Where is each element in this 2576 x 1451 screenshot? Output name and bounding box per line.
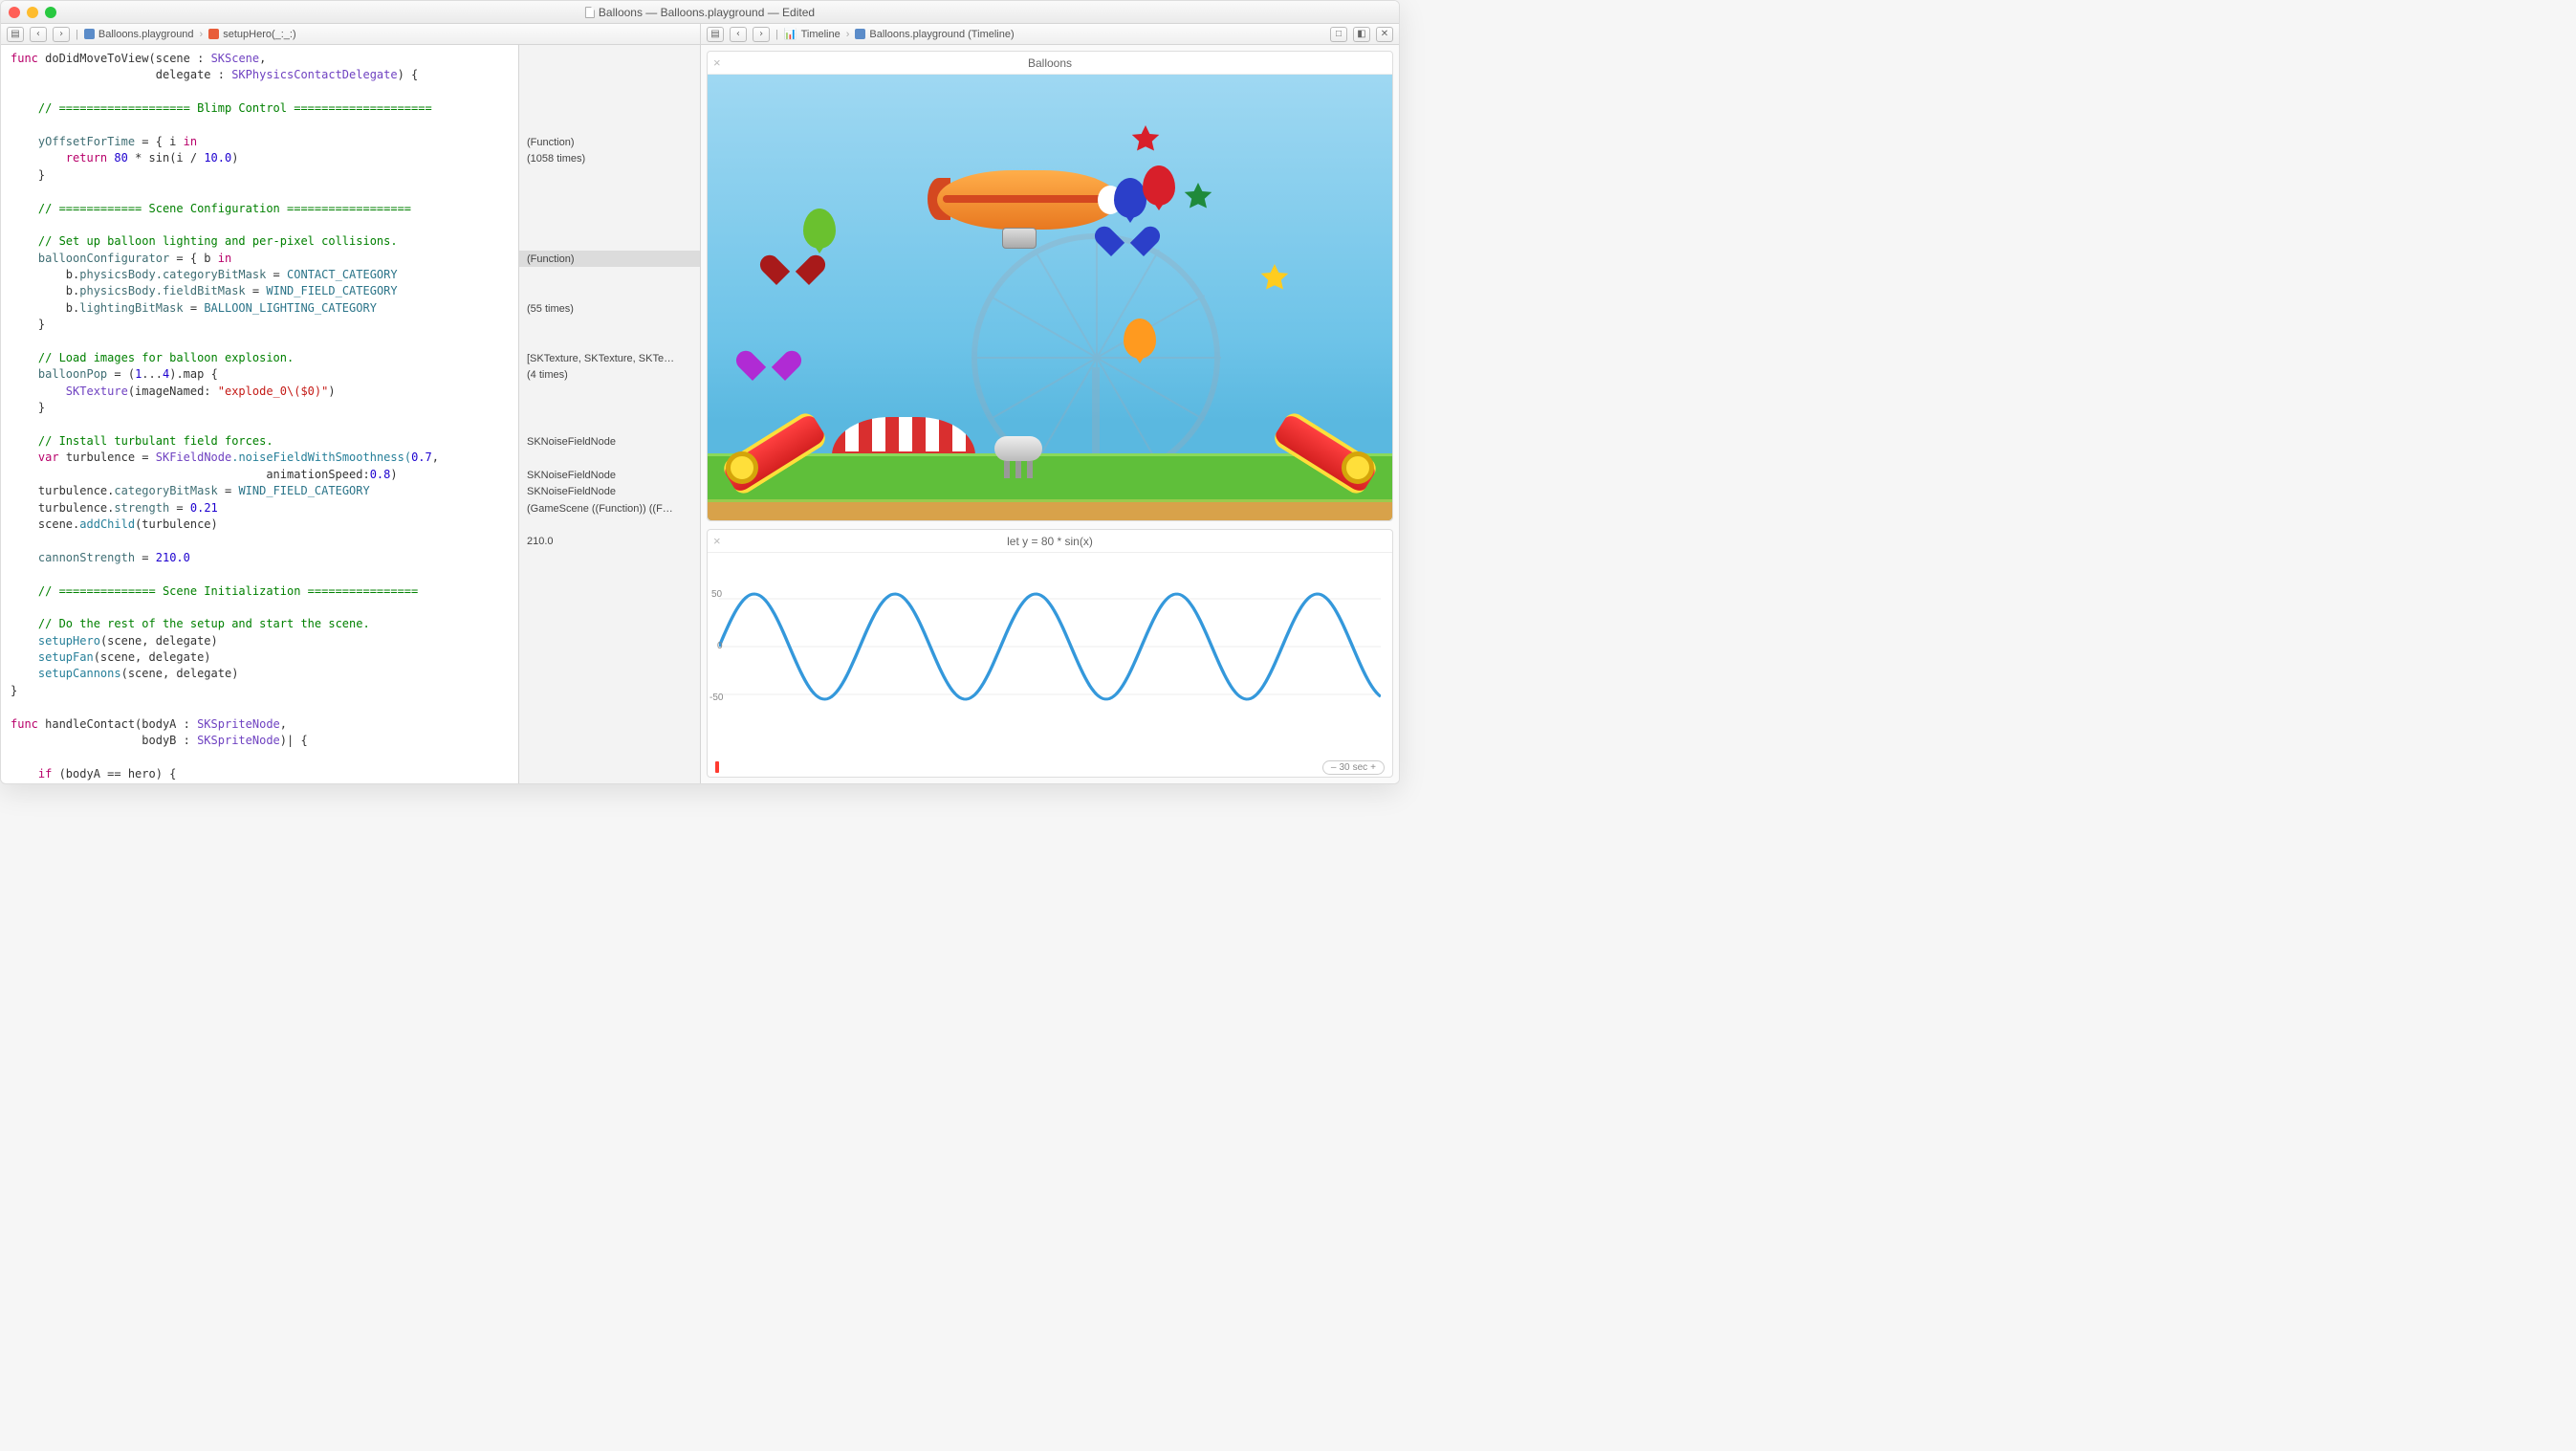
result-row[interactable]: (55 times) xyxy=(519,300,700,317)
jumpbar: ▤ ‹ › | Balloons.playground › setupHero(… xyxy=(1,24,1399,45)
crumb-playground[interactable]: Balloons.playground xyxy=(84,29,194,40)
document-icon xyxy=(585,7,595,18)
star-red-icon xyxy=(1128,122,1163,157)
playground-icon xyxy=(84,29,95,39)
duration-value: 30 xyxy=(1339,762,1349,773)
xcode-window: Balloons — Balloons.playground — Edited … xyxy=(0,0,1400,784)
result-row[interactable]: SKNoiseFieldNode xyxy=(519,433,700,450)
crumb-timeline[interactable]: 📊 Timeline xyxy=(784,28,840,40)
code-editor[interactable]: func doDidMoveToView(scene : SKScene, de… xyxy=(1,45,518,783)
cannon-right-icon xyxy=(1263,415,1378,482)
assistant-back-button[interactable]: ‹ xyxy=(730,27,747,42)
zoom-icon[interactable] xyxy=(45,7,56,18)
close-icon[interactable]: × xyxy=(713,534,721,548)
traffic-lights xyxy=(9,7,56,18)
result-row[interactable]: [SKTexture, SKTexture, SKTe… xyxy=(519,350,700,366)
jumpbar-left: ▤ ‹ › | Balloons.playground › setupHero(… xyxy=(1,24,701,44)
result-row[interactable]: 210.0 xyxy=(519,533,700,549)
y-tick-50: 50 xyxy=(711,589,722,600)
forward-button[interactable]: › xyxy=(53,27,70,42)
duration-unit: sec xyxy=(1353,762,1368,773)
heart-blue-icon: .heart[style*='160px']::before,.heart[st… xyxy=(1109,228,1146,260)
heart-red-icon: .heart[style*='190px']::before,.heart[st… xyxy=(775,256,811,289)
y-tick-neg50: -50 xyxy=(709,693,723,703)
close-assistant-button[interactable]: ✕ xyxy=(1376,27,1393,42)
result-row[interactable]: (4 times) xyxy=(519,366,700,383)
crumb-function-label: setupHero(_:_:) xyxy=(223,29,295,40)
balloon-red-icon xyxy=(1143,165,1175,206)
result-row[interactable]: SKNoiseFieldNode xyxy=(519,483,700,499)
balloon-green-icon xyxy=(803,209,836,249)
add-assistant-button[interactable]: ◧ xyxy=(1353,27,1370,42)
timeline-footer: – 30 sec + xyxy=(708,758,1392,777)
counterpart-button[interactable]: □ xyxy=(1330,27,1347,42)
assistant-panel: × Balloons xyxy=(701,45,1399,783)
main-split: func doDidMoveToView(scene : SKScene, de… xyxy=(1,45,1399,783)
live-view-header: × Balloons xyxy=(708,52,1392,75)
star-yellow-icon xyxy=(1257,261,1292,296)
result-row-selected[interactable]: (Function) xyxy=(519,251,700,267)
assistant-related-button[interactable]: ▤ xyxy=(707,27,724,42)
crumb-sep: | xyxy=(76,29,78,40)
crumb-timeline-file[interactable]: Balloons.playground (Timeline) xyxy=(855,29,1014,40)
window-title: Balloons — Balloons.playground — Edited xyxy=(585,6,815,19)
titlebar: Balloons — Balloons.playground — Edited xyxy=(1,1,1399,24)
balloon-blue-icon xyxy=(1114,178,1146,218)
hero-robot-icon xyxy=(994,436,1042,484)
result-row[interactable]: SKNoiseFieldNode xyxy=(519,467,700,483)
crumb-timeline-file-label: Balloons.playground (Timeline) xyxy=(869,29,1014,40)
graph-body[interactable]: 50 0 -50 xyxy=(708,553,1392,758)
duration-pill[interactable]: – 30 sec + xyxy=(1322,760,1385,775)
graph-header: × let y = 80 * sin(x) xyxy=(708,530,1392,553)
editor-panel: func doDidMoveToView(scene : SKScene, de… xyxy=(1,45,701,783)
live-view-card: × Balloons xyxy=(707,51,1393,521)
chevron-right-icon: › xyxy=(846,29,850,40)
crumb-sep: | xyxy=(775,29,778,40)
cannon-left-icon xyxy=(722,415,837,482)
dirt xyxy=(708,499,1392,520)
chevron-right-icon: › xyxy=(200,29,204,40)
crumb-playground-label: Balloons.playground xyxy=(98,29,194,40)
result-row[interactable]: (1058 times) xyxy=(519,150,700,166)
graph-title: let y = 80 * sin(x) xyxy=(1007,535,1093,548)
swift-icon xyxy=(208,29,219,39)
window-title-text: Balloons — Balloons.playground — Edited xyxy=(599,6,815,19)
result-row[interactable]: (GameScene ((Function)) ((F… xyxy=(519,500,700,517)
live-view-title: Balloons xyxy=(1028,56,1072,70)
graph-card: × let y = 80 * sin(x) 50 0 -50 xyxy=(707,529,1393,778)
related-items-button[interactable]: ▤ xyxy=(7,27,24,42)
results-gutter: (Function) (1058 times) (Function) (55 t… xyxy=(518,45,700,783)
crumb-timeline-label: Timeline xyxy=(801,29,840,40)
y-tick-0: 0 xyxy=(717,641,723,651)
jumpbar-right: ▤ ‹ › | 📊 Timeline › Balloons.playground… xyxy=(701,24,1399,44)
back-button[interactable]: ‹ xyxy=(30,27,47,42)
playhead-icon[interactable] xyxy=(715,761,719,773)
result-row[interactable]: (Function) xyxy=(519,134,700,150)
close-icon[interactable] xyxy=(9,7,20,18)
star-green-icon xyxy=(1181,180,1215,214)
balloon-orange-icon xyxy=(1124,319,1156,359)
live-view-scene[interactable]: .heart[style*='190px']::before,.heart[st… xyxy=(708,75,1392,520)
sine-plot xyxy=(719,561,1381,733)
heart-purple-icon: .heart[style*='290px']::before,.heart[st… xyxy=(751,352,787,385)
playground-icon xyxy=(855,29,865,39)
assistant-forward-button[interactable]: › xyxy=(753,27,770,42)
close-icon[interactable]: × xyxy=(713,55,721,70)
blimp-icon xyxy=(937,170,1119,247)
crumb-function[interactable]: setupHero(_:_:) xyxy=(208,29,295,40)
minimize-icon[interactable] xyxy=(27,7,38,18)
